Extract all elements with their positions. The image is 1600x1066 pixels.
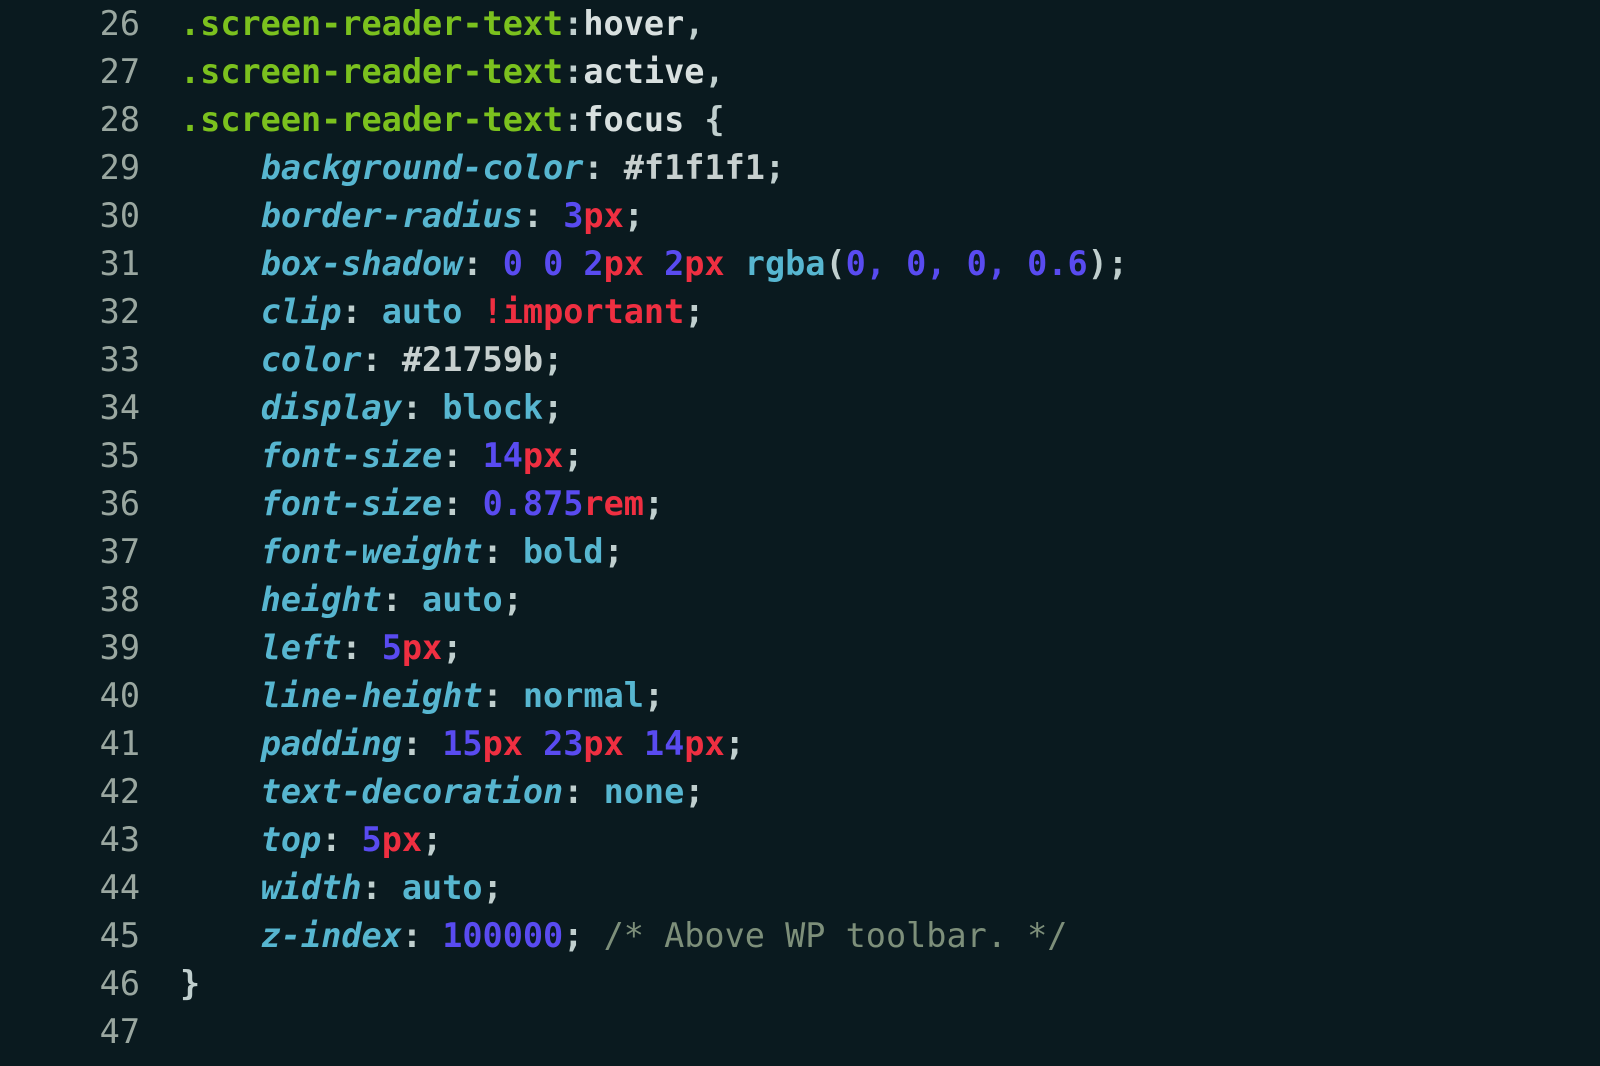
line-number: 28	[0, 96, 180, 144]
line-number: 37	[0, 528, 180, 576]
code-text: border-radius: 3px;	[180, 192, 1600, 240]
line-number: 40	[0, 672, 180, 720]
code-text: background-color: #f1f1f1;	[180, 144, 1600, 192]
code-line: 42 text-decoration: none;	[0, 768, 1600, 816]
code-line: 29 background-color: #f1f1f1;	[0, 144, 1600, 192]
line-number: 32	[0, 288, 180, 336]
line-number: 29	[0, 144, 180, 192]
line-number: 39	[0, 624, 180, 672]
code-line: 34 display: block;	[0, 384, 1600, 432]
code-line: 28.screen-reader-text:focus {	[0, 96, 1600, 144]
code-text: width: auto;	[180, 864, 1600, 912]
code-text: z-index: 100000; /* Above WP toolbar. */	[180, 912, 1600, 960]
line-number: 33	[0, 336, 180, 384]
code-line: 27.screen-reader-text:active,	[0, 48, 1600, 96]
code-line: 44 width: auto;	[0, 864, 1600, 912]
line-number: 34	[0, 384, 180, 432]
line-number: 26	[0, 0, 180, 48]
code-text: .screen-reader-text:hover,	[180, 0, 1600, 48]
code-text: left: 5px;	[180, 624, 1600, 672]
code-line: 38 height: auto;	[0, 576, 1600, 624]
code-text: clip: auto !important;	[180, 288, 1600, 336]
code-line: 39 left: 5px;	[0, 624, 1600, 672]
code-line: 47	[0, 1008, 1600, 1056]
code-line: 46}	[0, 960, 1600, 1008]
code-text: color: #21759b;	[180, 336, 1600, 384]
line-number: 36	[0, 480, 180, 528]
code-line: 41 padding: 15px 23px 14px;	[0, 720, 1600, 768]
code-text: }	[180, 960, 1600, 1008]
code-text: display: block;	[180, 384, 1600, 432]
code-editor[interactable]: 26.screen-reader-text:hover,27.screen-re…	[0, 0, 1600, 1056]
code-line: 40 line-height: normal;	[0, 672, 1600, 720]
line-number: 42	[0, 768, 180, 816]
code-line: 33 color: #21759b;	[0, 336, 1600, 384]
code-line: 31 box-shadow: 0 0 2px 2px rgba(0, 0, 0,…	[0, 240, 1600, 288]
code-text: .screen-reader-text:focus {	[180, 96, 1600, 144]
code-text: .screen-reader-text:active,	[180, 48, 1600, 96]
code-line: 30 border-radius: 3px;	[0, 192, 1600, 240]
code-line: 43 top: 5px;	[0, 816, 1600, 864]
code-text: height: auto;	[180, 576, 1600, 624]
code-line: 32 clip: auto !important;	[0, 288, 1600, 336]
code-line: 26.screen-reader-text:hover,	[0, 0, 1600, 48]
line-number: 41	[0, 720, 180, 768]
code-text: text-decoration: none;	[180, 768, 1600, 816]
code-text	[180, 1008, 1600, 1056]
code-text: font-size: 0.875rem;	[180, 480, 1600, 528]
line-number: 27	[0, 48, 180, 96]
line-number: 47	[0, 1008, 180, 1056]
code-text: top: 5px;	[180, 816, 1600, 864]
code-text: line-height: normal;	[180, 672, 1600, 720]
code-text: padding: 15px 23px 14px;	[180, 720, 1600, 768]
line-number: 31	[0, 240, 180, 288]
code-line: 35 font-size: 14px;	[0, 432, 1600, 480]
line-number: 35	[0, 432, 180, 480]
line-number: 30	[0, 192, 180, 240]
line-number: 46	[0, 960, 180, 1008]
code-text: font-weight: bold;	[180, 528, 1600, 576]
line-number: 44	[0, 864, 180, 912]
code-text: font-size: 14px;	[180, 432, 1600, 480]
line-number: 38	[0, 576, 180, 624]
code-line: 37 font-weight: bold;	[0, 528, 1600, 576]
code-text: box-shadow: 0 0 2px 2px rgba(0, 0, 0, 0.…	[180, 240, 1600, 288]
line-number: 43	[0, 816, 180, 864]
code-line: 36 font-size: 0.875rem;	[0, 480, 1600, 528]
code-line: 45 z-index: 100000; /* Above WP toolbar.…	[0, 912, 1600, 960]
line-number: 45	[0, 912, 180, 960]
